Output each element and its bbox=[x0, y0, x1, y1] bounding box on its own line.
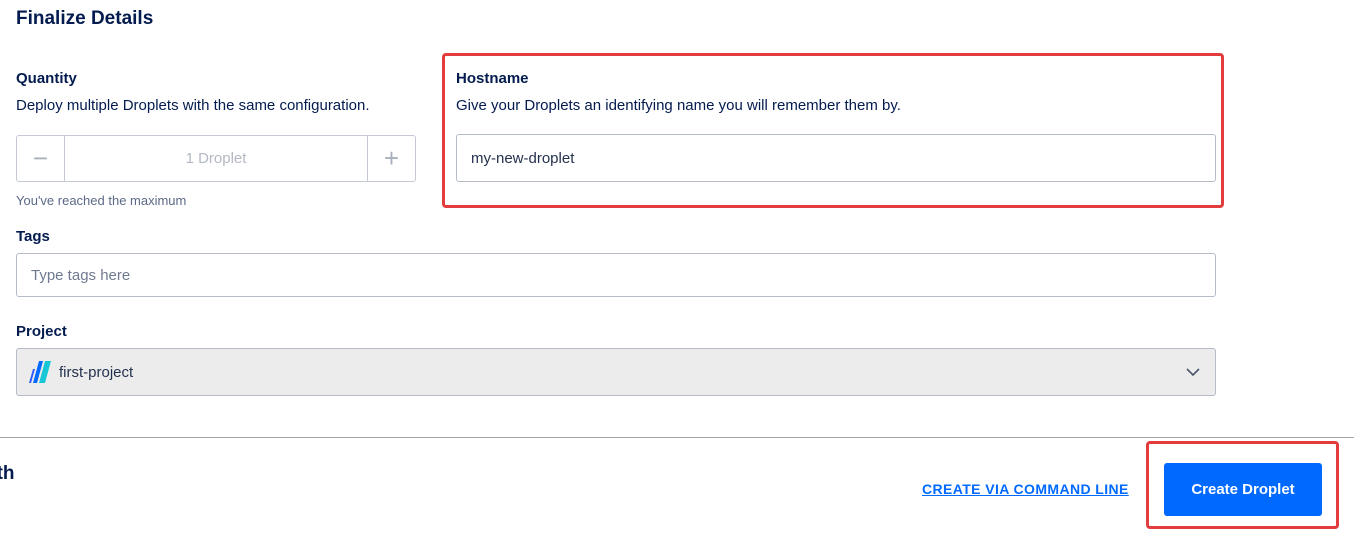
create-via-command-line-link[interactable]: CREATE VIA COMMAND LINE bbox=[922, 481, 1129, 497]
quantity-label: Quantity bbox=[16, 70, 77, 87]
hostname-input[interactable]: my-new-droplet bbox=[456, 134, 1216, 182]
project-select-value: first-project bbox=[59, 363, 134, 381]
section-title: Finalize Details bbox=[16, 8, 154, 29]
quantity-value[interactable]: 1 Droplet bbox=[65, 136, 367, 181]
finalize-details-page: Finalize Details Quantity Deploy multipl… bbox=[0, 0, 1354, 533]
footer-divider bbox=[0, 437, 1354, 438]
chevron-down-icon bbox=[1186, 368, 1200, 377]
project-select[interactable]: first-project bbox=[16, 348, 1216, 396]
tags-label: Tags bbox=[16, 228, 50, 245]
tags-input[interactable]: Type tags here bbox=[16, 253, 1216, 297]
project-icon bbox=[29, 361, 51, 383]
hostname-description: Give your Droplets an identifying name y… bbox=[456, 97, 901, 114]
decrement-button[interactable]: − bbox=[17, 136, 65, 181]
increment-button[interactable]: + bbox=[367, 136, 415, 181]
create-droplet-button[interactable]: Create Droplet bbox=[1164, 463, 1322, 516]
quantity-helper-text: You've reached the maximum bbox=[16, 193, 187, 208]
quantity-description: Deploy multiple Droplets with the same c… bbox=[16, 97, 370, 114]
partial-heading: ath bbox=[0, 463, 15, 484]
project-label: Project bbox=[16, 323, 67, 340]
quantity-stepper: − 1 Droplet + bbox=[16, 135, 416, 182]
hostname-highlight-box bbox=[442, 53, 1224, 208]
hostname-label: Hostname bbox=[456, 70, 529, 87]
